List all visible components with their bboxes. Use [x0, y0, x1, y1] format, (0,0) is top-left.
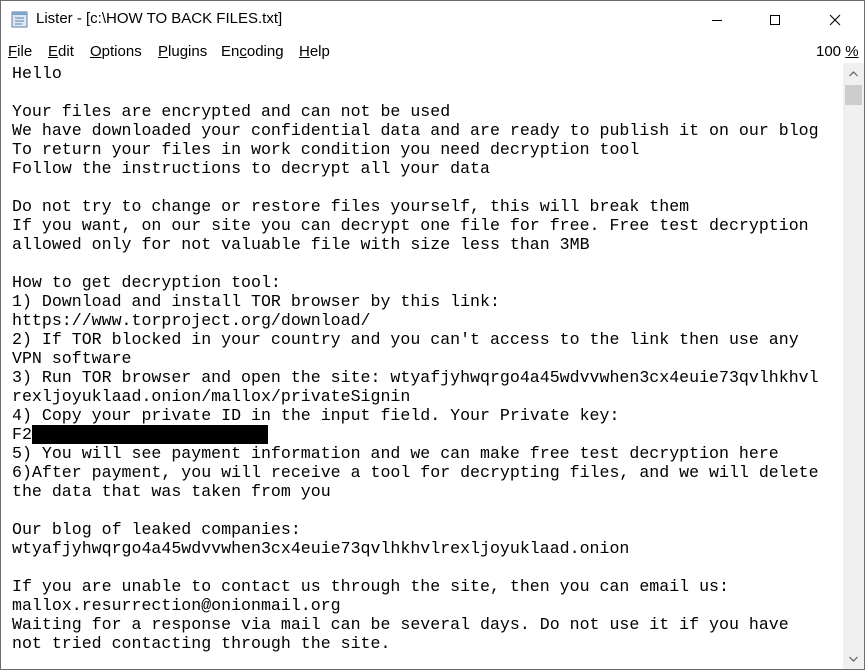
text-line: 2) If TOR blocked in your country and yo… [12, 330, 819, 349]
redaction-bar [31, 425, 268, 444]
text-line-content: We have downloaded your confidential dat… [12, 121, 819, 140]
text-line: 6)After payment, you will receive a tool… [12, 463, 819, 482]
text-line-content: 1) Download and install TOR browser by t… [12, 292, 500, 311]
text-line: If you want, on our site you can decrypt… [12, 216, 819, 235]
text-line-content: 5) You will see payment information and … [12, 444, 779, 463]
text-line: If you are unable to contact us through … [12, 577, 819, 596]
menu-plugins[interactable]: Plugins [158, 43, 207, 60]
zoom-level: 100 % [816, 43, 859, 60]
text-viewer[interactable]: Hello Your files are encrypted and can no… [1, 63, 843, 669]
text-line-content: not tried contacting through the site. [12, 634, 391, 653]
text-line [12, 254, 819, 273]
chevron-up-icon [849, 70, 858, 76]
text-line-content: To return your files in work condition y… [12, 140, 640, 159]
text-line-content: mallox.resurrection@onionmail.org [12, 596, 341, 615]
text-line-content: 4) Copy your private ID in the input fie… [12, 406, 620, 425]
text-line-content: Hello [12, 64, 62, 83]
text-line: F2 [12, 425, 819, 444]
text-line-content: Follow the instructions to decrypt all y… [12, 159, 490, 178]
text-line-content: allowed only for not valuable file with … [12, 235, 590, 254]
menu-edit[interactable]: Edit [48, 43, 74, 60]
close-icon [829, 14, 841, 26]
text-line: Your files are encrypted and can not be … [12, 102, 819, 121]
text-line: To return your files in work condition y… [12, 140, 819, 159]
menu-encoding[interactable]: Encoding [221, 43, 284, 60]
text-line-content: F2 [12, 425, 32, 444]
text-line-content: https://www.torproject.org/download/ [12, 311, 371, 330]
minimize-icon [712, 20, 722, 21]
text-line: How to get decryption tool: [12, 273, 819, 292]
text-line [12, 501, 819, 520]
chevron-down-icon [849, 656, 858, 662]
text-line-content: 2) If TOR blocked in your country and yo… [12, 330, 799, 349]
text-line-content: If you are unable to contact us through … [12, 577, 729, 596]
text-line-content: Our blog of leaked companies: [12, 520, 301, 539]
text-line: Do not try to change or restore files yo… [12, 197, 819, 216]
text-line-content: If you want, on our site you can decrypt… [12, 216, 809, 235]
menu-file[interactable]: File [8, 43, 32, 60]
text-line-content: the data that was taken from you [12, 482, 331, 501]
text-line: allowed only for not valuable file with … [12, 235, 819, 254]
text-line-content: VPN software [12, 349, 132, 368]
text-line: wtyafjyhwqrgo4a45wdvvwhen3cx4euie73qvlhk… [12, 539, 819, 558]
menu-options[interactable]: Options [90, 43, 142, 60]
menu-help[interactable]: Help [299, 43, 330, 60]
text-line: Follow the instructions to decrypt all y… [12, 159, 819, 178]
minimize-button[interactable] [688, 1, 746, 39]
text-line: Our blog of leaked companies: [12, 520, 819, 539]
text-line-content: How to get decryption tool: [12, 273, 281, 292]
text-line: Hello [12, 64, 819, 83]
scroll-down-button[interactable] [843, 648, 864, 669]
close-button[interactable] [806, 1, 864, 39]
text-line [12, 83, 819, 102]
text-line [12, 178, 819, 197]
vertical-scrollbar[interactable] [843, 63, 864, 669]
text-line: the data that was taken from you [12, 482, 819, 501]
text-line: not tried contacting through the site. [12, 634, 819, 653]
text-line: VPN software [12, 349, 819, 368]
text-line-content: 3) Run TOR browser and open the site: wt… [12, 368, 819, 387]
text-line: https://www.torproject.org/download/ [12, 311, 819, 330]
text-line: 5) You will see payment information and … [12, 444, 819, 463]
text-line: rexljoyuklaad.onion/mallox/privateSignin [12, 387, 819, 406]
text-line: 4) Copy your private ID in the input fie… [12, 406, 819, 425]
menu-bar: File Edit Options Plugins Encoding Help … [1, 39, 864, 63]
text-line-content: rexljoyuklaad.onion/mallox/privateSignin [12, 387, 411, 406]
text-line [12, 558, 819, 577]
lister-window: Lister - [c:\HOW TO BACK FILES.txt] File… [0, 0, 865, 670]
text-line-content: 6)After payment, you will receive a tool… [12, 463, 819, 482]
text-line-content: wtyafjyhwqrgo4a45wdvvwhen3cx4euie73qvlhk… [12, 539, 630, 558]
window-title: Lister - [c:\HOW TO BACK FILES.txt] [36, 10, 283, 27]
text-line-content: Your files are encrypted and can not be … [12, 102, 451, 121]
text-line: Waiting for a response via mail can be s… [12, 615, 819, 634]
text-line: 1) Download and install TOR browser by t… [12, 292, 819, 311]
scroll-thumb[interactable] [845, 85, 862, 105]
text-line: mallox.resurrection@onionmail.org [12, 596, 819, 615]
text-line: 3) Run TOR browser and open the site: wt… [12, 368, 819, 387]
file-text: Hello Your files are encrypted and can no… [12, 64, 819, 653]
scroll-up-button[interactable] [843, 63, 864, 84]
maximize-icon [770, 15, 780, 25]
title-bar[interactable]: Lister - [c:\HOW TO BACK FILES.txt] [1, 1, 864, 39]
text-line-content: Do not try to change or restore files yo… [12, 197, 690, 216]
notepad-icon [11, 11, 28, 28]
text-line: We have downloaded your confidential dat… [12, 121, 819, 140]
maximize-button[interactable] [746, 1, 804, 39]
text-line-content: Waiting for a response via mail can be s… [12, 615, 789, 634]
